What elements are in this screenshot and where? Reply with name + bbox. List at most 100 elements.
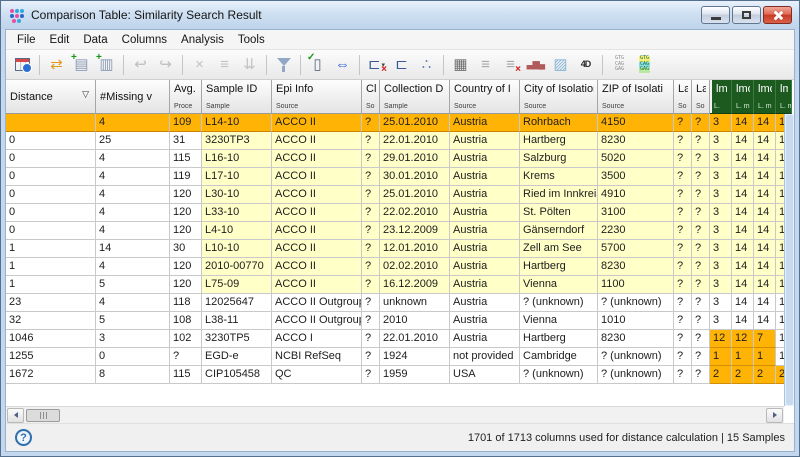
vertical-scroll-thumb[interactable] [786, 115, 793, 405]
table-cell[interactable]: 4 [96, 150, 170, 168]
column-header-epi-info[interactable]: Epi InfoSource [272, 80, 362, 114]
table-cell[interactable]: St. Pölten [520, 204, 598, 222]
table-cell[interactable]: 29.01.2010 [380, 150, 450, 168]
table-cell[interactable]: 3 [710, 150, 732, 168]
table-cell[interactable]: ? [362, 204, 380, 222]
table-cell[interactable]: 14 [732, 186, 754, 204]
table-cell[interactable]: ? (unknown) [598, 366, 674, 384]
table-cell[interactable]: ? [362, 186, 380, 204]
table-cell[interactable]: 2 [710, 366, 732, 384]
table-cell[interactable]: ? [692, 240, 710, 258]
table-cell[interactable]: 4150 [598, 114, 674, 132]
table-cell[interactable]: 120 [170, 276, 202, 294]
table-cell[interactable]: NCBI RefSeq [272, 348, 362, 366]
table-cell[interactable]: ? [674, 186, 692, 204]
table-row[interactable]: 04120L4-10ACCO II?23.12.2009AustriaGänse… [6, 222, 794, 240]
table-row[interactable]: 23411812025647ACCO II Outgroup?unknownAu… [6, 294, 794, 312]
table-cell[interactable]: Austria [450, 258, 520, 276]
table-cell[interactable]: L17-10 [202, 168, 272, 186]
horizontal-scrollbar[interactable] [6, 406, 784, 423]
table-cell[interactable]: 4910 [598, 186, 674, 204]
table-cell[interactable]: ? [692, 330, 710, 348]
table-cell[interactable]: L38-11 [202, 312, 272, 330]
table-cell[interactable]: ? (unknown) [598, 294, 674, 312]
table-row[interactable]: 325108L38-11ACCO II Outgroup?2010Austria… [6, 312, 794, 330]
table-cell[interactable]: ? [692, 114, 710, 132]
menu-item-edit[interactable]: Edit [43, 32, 77, 48]
table-cell[interactable]: ? [674, 312, 692, 330]
table-cell[interactable]: 120 [170, 222, 202, 240]
table-cell[interactable]: 3 [710, 114, 732, 132]
table-cell[interactable]: 23 [6, 294, 96, 312]
table-cell[interactable]: L75-09 [202, 276, 272, 294]
column-header-distance[interactable]: Distance▽ [6, 80, 96, 114]
table-cell[interactable]: 1 [732, 348, 754, 366]
remove-entry-cluster-icon[interactable]: ⊏×▾ [364, 53, 389, 77]
table-row[interactable]: 04120L33-10ACCO II?22.02.2010AustriaSt. … [6, 204, 794, 222]
maximize-button[interactable] [732, 6, 761, 24]
table-cell[interactable]: 5 [96, 276, 170, 294]
table-cell[interactable]: 7 [754, 330, 776, 348]
table-cell[interactable]: 3100 [598, 204, 674, 222]
table-cell[interactable]: ? [362, 150, 380, 168]
column-header-zip-of-isolati[interactable]: ZIP of IsolatiSource [598, 80, 674, 114]
table-cell[interactable]: 12.01.2010 [380, 240, 450, 258]
table-cell[interactable]: 14 [732, 294, 754, 312]
table-cell[interactable]: 3 [710, 240, 732, 258]
table-cell[interactable]: 3 [710, 204, 732, 222]
table-cell[interactable]: ? [692, 204, 710, 222]
table-cell[interactable]: ACCO II [272, 258, 362, 276]
table-cell[interactable]: ACCO II [272, 114, 362, 132]
table-cell[interactable]: ? [692, 294, 710, 312]
column-header-la[interactable]: LaSo [692, 80, 710, 114]
table-cell[interactable]: 14 [754, 186, 776, 204]
table-cell[interactable]: 32 [6, 312, 96, 330]
table-cell[interactable]: Hartberg [520, 132, 598, 150]
table-cell[interactable]: 2 [754, 366, 776, 384]
table-row[interactable]: 04115L16-10ACCO II?29.01.2010AustriaSalz… [6, 150, 794, 168]
table-cell[interactable]: ? [674, 366, 692, 384]
table-cell[interactable]: 3 [710, 276, 732, 294]
table-cell[interactable]: CIP105458 [202, 366, 272, 384]
column-header-collection-d[interactable]: Collection DSample [380, 80, 450, 114]
table-cell[interactable]: 14 [96, 240, 170, 258]
table-cell[interactable]: 30 [170, 240, 202, 258]
table-cell[interactable]: ? [674, 168, 692, 186]
table-cell[interactable]: 3 [96, 330, 170, 348]
table-cell[interactable]: 119 [170, 168, 202, 186]
table-cell[interactable]: ? (unknown) [520, 366, 598, 384]
table-cell[interactable]: ? [674, 132, 692, 150]
table-cell[interactable]: 14 [754, 312, 776, 330]
table-cell[interactable]: 14 [732, 222, 754, 240]
table-cell[interactable]: 120 [170, 258, 202, 276]
sort-indicator-icon[interactable]: ▽ [82, 89, 89, 100]
table-cell[interactable]: 3 [710, 294, 732, 312]
table-cell[interactable]: ? [674, 330, 692, 348]
remove-character-rows-icon[interactable]: ≡× [498, 53, 523, 77]
refresh-icon[interactable]: ⇄ [44, 53, 69, 77]
table-row[interactable]: 104631023230TP5ACCO I?22.01.2010AustriaH… [6, 330, 794, 348]
column-header-sample-id[interactable]: Sample IDSample [202, 80, 272, 114]
table-cell[interactable]: Cambridge [520, 348, 598, 366]
table-cell[interactable]: ACCO II [272, 204, 362, 222]
table-cell[interactable]: ? [674, 258, 692, 276]
table-cell[interactable]: 4 [96, 294, 170, 312]
table-cell[interactable]: 108 [170, 312, 202, 330]
column-header-la[interactable]: LaSo [674, 80, 692, 114]
table-cell[interactable]: 16.12.2009 [380, 276, 450, 294]
table-cell[interactable]: Austria [450, 168, 520, 186]
table-cell[interactable]: 3 [710, 258, 732, 276]
table-cell[interactable]: 1924 [380, 348, 450, 366]
table-cell[interactable]: L30-10 [202, 186, 272, 204]
table-cell[interactable]: 14 [754, 132, 776, 150]
table-row[interactable]: 025313230TP3ACCO II?22.01.2010AustriaHar… [6, 132, 794, 150]
table-cell[interactable]: 2010-00770 [202, 258, 272, 276]
entry-state-icon[interactable]: ▯✓ [305, 53, 330, 77]
histogram-icon[interactable]: ▃▆▄ [523, 53, 548, 77]
table-cell[interactable]: ? [362, 240, 380, 258]
table-cell[interactable]: Austria [450, 312, 520, 330]
title-bar[interactable]: Comparison Table: Similarity Search Resu… [1, 1, 799, 29]
table-cell[interactable]: 0 [6, 204, 96, 222]
table-cell[interactable]: ? [674, 114, 692, 132]
table-cell[interactable]: 14 [732, 240, 754, 258]
